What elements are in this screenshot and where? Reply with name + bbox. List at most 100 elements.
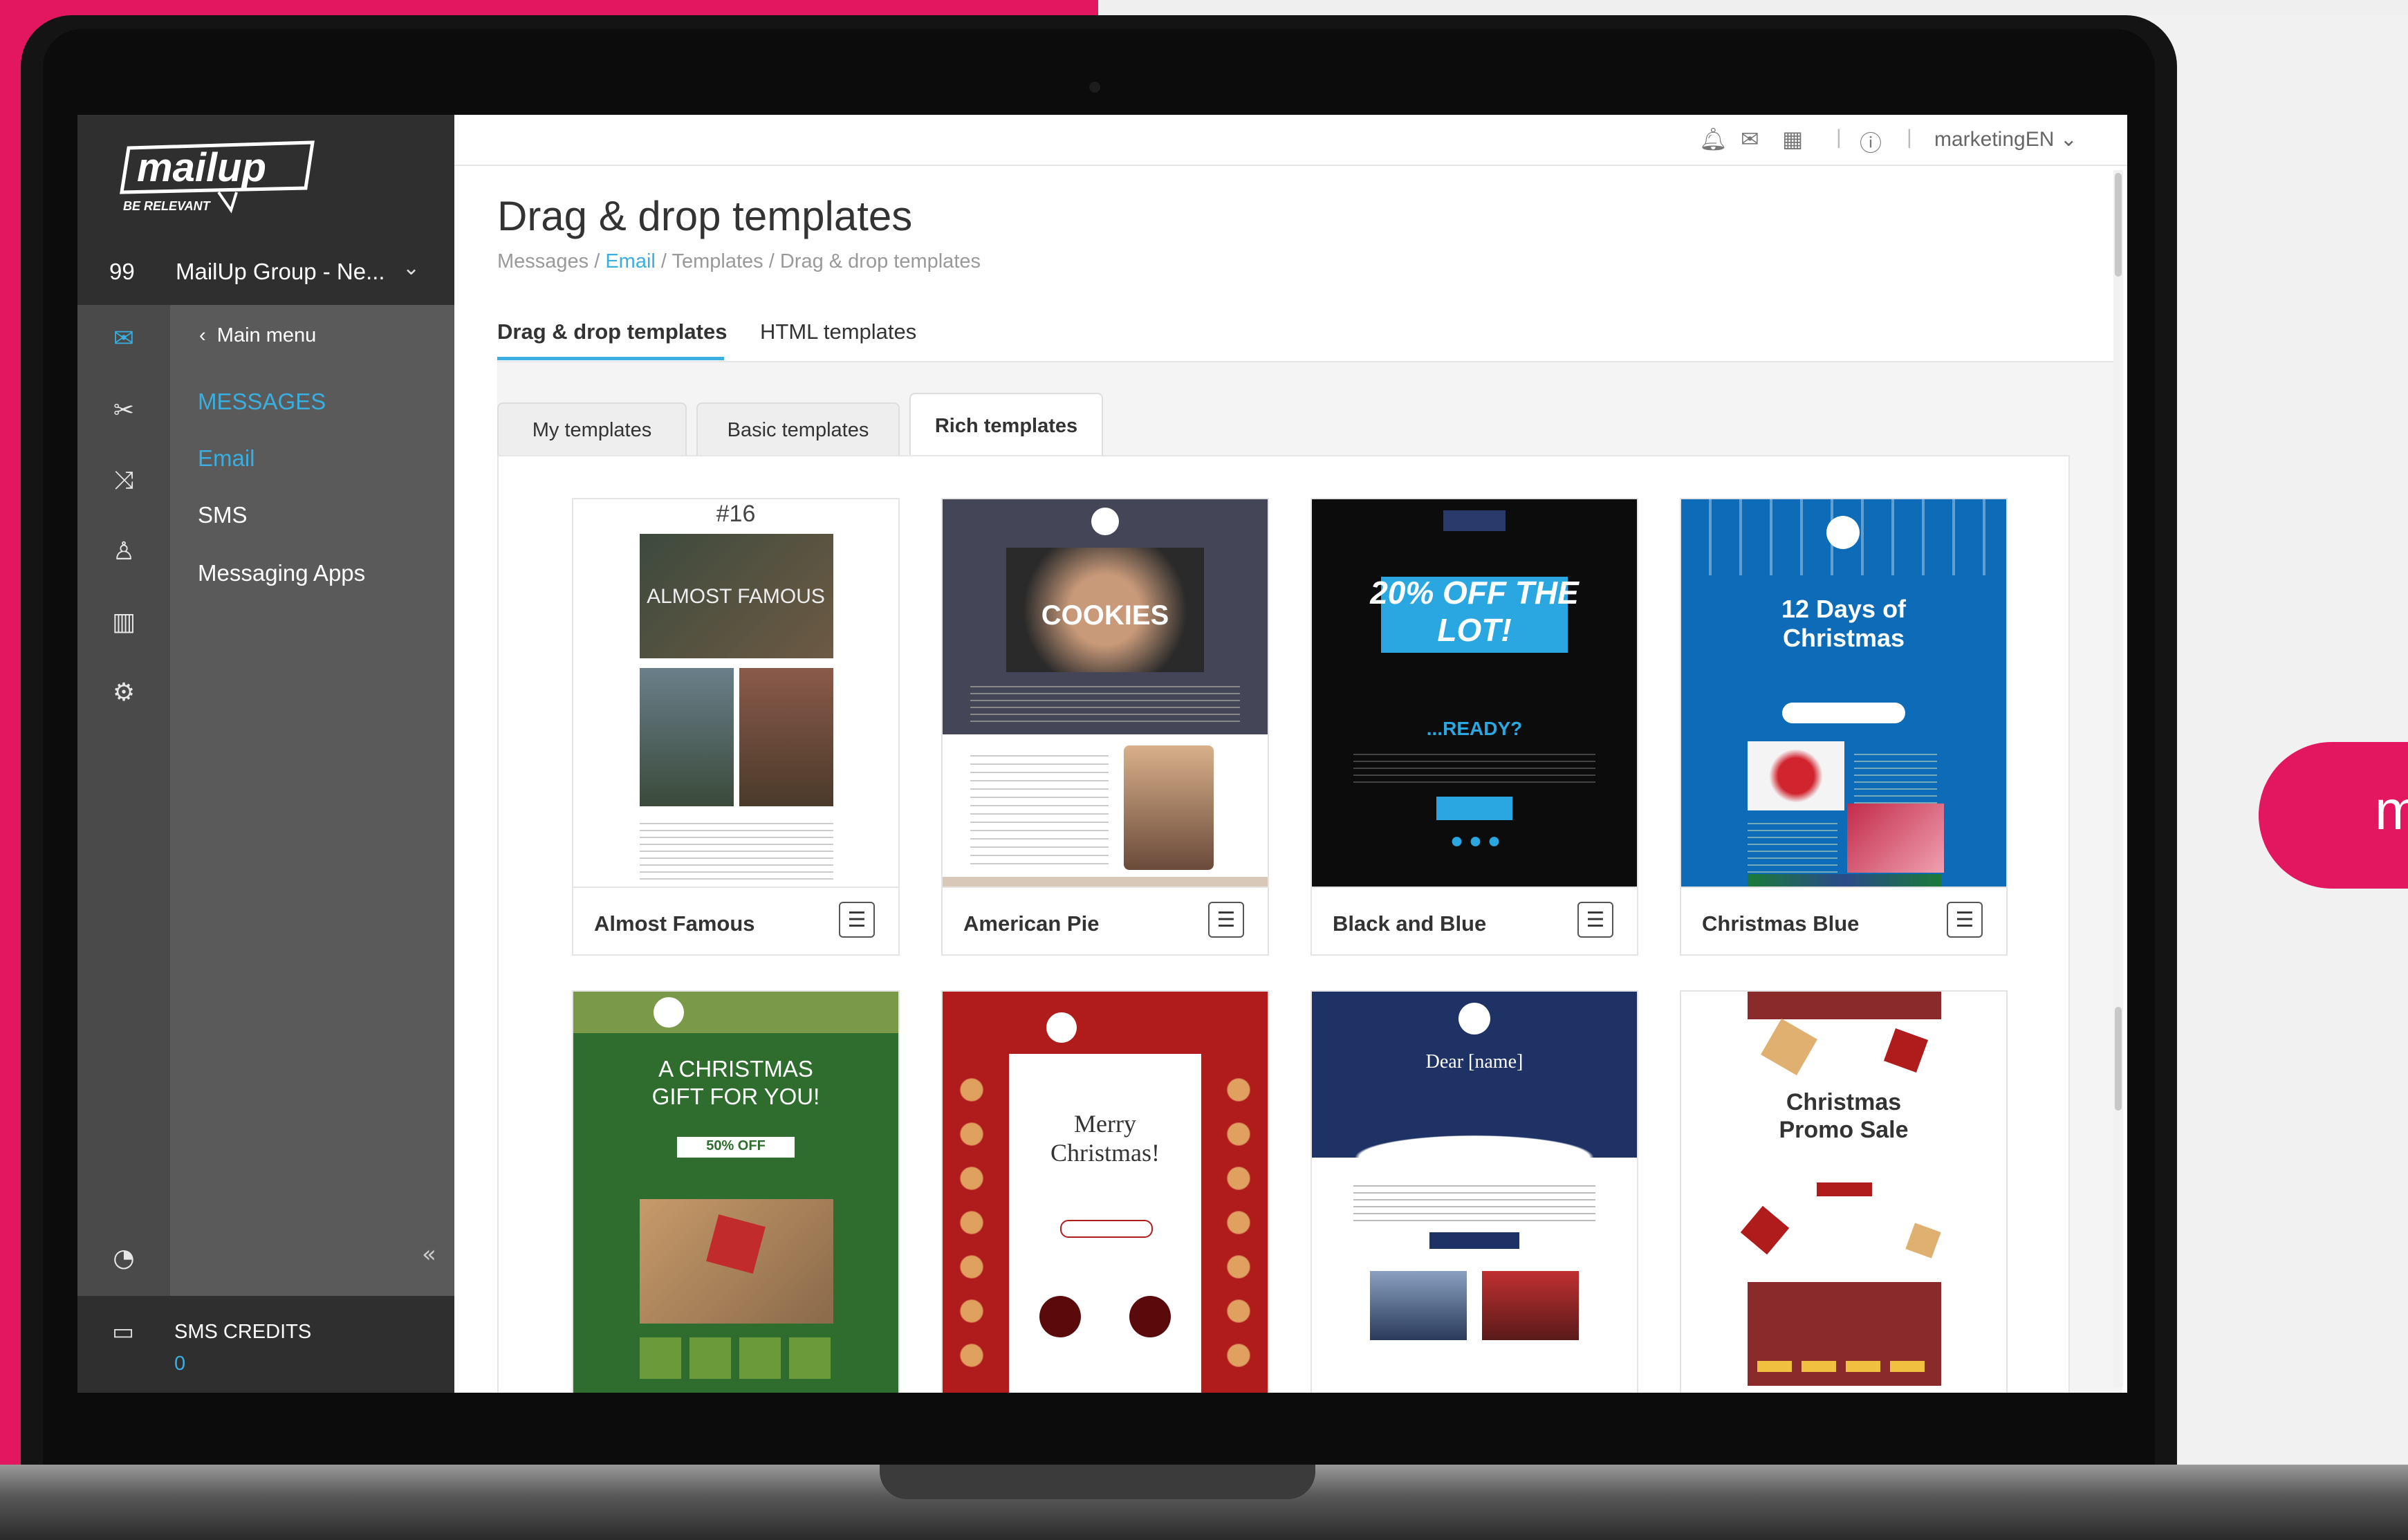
thumb-logo	[654, 997, 684, 1028]
card-footer: Christmas Blue ☰	[1681, 887, 2006, 956]
thumb-header-bg	[573, 992, 898, 1033]
active-tab-underline	[497, 357, 724, 360]
thumb-photo	[1482, 1271, 1579, 1340]
tab-drag-drop-templates[interactable]: Drag & drop templates	[497, 319, 727, 344]
mail-send-icon[interactable]: ✉	[1741, 126, 1759, 152]
scrollbar-thumb[interactable]	[2115, 173, 2122, 277]
thumb-button	[1429, 1232, 1519, 1249]
thumb-button	[1436, 797, 1512, 820]
thumb-product	[1129, 1296, 1171, 1337]
camera-icon	[1089, 82, 1100, 93]
pill-text: m	[2375, 779, 2408, 841]
logo-tagline: BE RELEVANT	[123, 199, 212, 213]
sidebar-item-messages[interactable]: MESSAGES	[198, 389, 326, 415]
thumb-logo	[1826, 516, 1860, 549]
person-icon[interactable]: ♙	[108, 535, 140, 567]
top-bar: 🔔︎ ✉ ▦ | ⓘ | marketingEN ⌄	[454, 115, 2127, 166]
template-card-christmas-blue[interactable]: 12 Days of Christmas Christmas Blue ☰	[1680, 498, 2008, 956]
main-menu-label: Main menu	[216, 324, 317, 346]
card-footer: Black and Blue ☰	[1312, 887, 1637, 956]
subtab-my-templates[interactable]: My templates	[497, 402, 687, 456]
template-card-american-pie[interactable]: COOKIES American Pie ☰	[941, 498, 1269, 956]
user-menu[interactable]: marketingEN ⌄	[1934, 127, 2077, 151]
sidebar-item-messaging-apps[interactable]: Messaging Apps	[198, 560, 365, 586]
thumb-text-lines	[1353, 748, 1595, 783]
tools-icon[interactable]: ✂	[108, 394, 140, 426]
thumb-logo	[1458, 1003, 1490, 1035]
template-card-merry-christmas[interactable]: Merry Christmas!	[941, 990, 1269, 1393]
logo-text: mailup	[137, 145, 266, 190]
calendar-icon[interactable]: ▦	[1782, 126, 1803, 152]
subtab-basic-templates[interactable]: Basic templates	[696, 402, 900, 456]
template-thumbnail[interactable]: A CHRISTMAS GIFT FOR YOU! 50% OFF	[573, 992, 898, 1393]
template-thumbnail[interactable]: 12 Days of Christmas	[1681, 499, 2006, 887]
thumb-headline: ALMOST FAMOUS	[647, 585, 825, 608]
thumb-button	[1060, 1220, 1153, 1238]
template-thumbnail[interactable]: COOKIES	[943, 499, 1268, 887]
gauge-icon[interactable]: ◔	[108, 1242, 140, 1274]
main-content: 🔔︎ ✉ ▦ | ⓘ | marketingEN ⌄ Drag & drop t…	[454, 115, 2127, 1393]
help-icon[interactable]: ⓘ	[1860, 126, 1882, 158]
thumb-logo	[1091, 508, 1119, 535]
template-thumbnail[interactable]: Christmas Promo Sale	[1681, 992, 2006, 1393]
thumb-icons-row	[640, 1337, 833, 1379]
template-thumbnail[interactable]: #16 ALMOST FAMOUS	[573, 499, 898, 887]
mail-icon[interactable]: ✉	[108, 322, 140, 354]
tab-html-templates[interactable]: HTML templates	[760, 319, 916, 344]
sms-credits-value: 0	[174, 1353, 186, 1375]
scrollbar[interactable]	[2113, 170, 2123, 1387]
card-footer: American Pie ☰	[943, 887, 1268, 956]
thumb-button	[1817, 1182, 1872, 1196]
sidebar-item-sms[interactable]: SMS	[198, 502, 248, 528]
bell-icon[interactable]: 🔔︎	[1699, 126, 1728, 152]
thumb-text-lines	[970, 748, 1109, 866]
template-card-black-and-blue[interactable]: 20% OFF THE LOT! ...READY? Black and Blu…	[1310, 498, 1638, 956]
template-card-dear-name[interactable]: Dear [name]	[1310, 990, 1638, 1393]
template-thumbnail[interactable]: Merry Christmas!	[943, 992, 1268, 1393]
menu-icon[interactable]: ☰	[1947, 902, 1983, 938]
gear-icon[interactable]: ⚙	[108, 676, 140, 708]
thumb-headline: 12 Days of Christmas	[1781, 595, 1907, 652]
breadcrumb: Messages / Email / Templates / Drag & dr…	[497, 250, 981, 273]
template-card-almost-famous[interactable]: #16 ALMOST FAMOUS Almost Famous ☰	[572, 498, 900, 956]
breadcrumb-templates[interactable]: Templates	[672, 250, 763, 272]
mailup-logo: mailup BE RELEVANT	[120, 140, 315, 214]
breadcrumb-email[interactable]: Email	[605, 250, 656, 272]
thumb-social-icons	[1447, 835, 1503, 848]
collapse-sidebar-button[interactable]: «	[422, 1241, 436, 1268]
scrollbar-thumb[interactable]	[2115, 1007, 2122, 1111]
thumb-button	[1782, 703, 1905, 723]
thumb-button-label: 50% OFF	[706, 1138, 766, 1153]
thumb-photo	[1847, 804, 1944, 873]
thumb-gift	[1761, 1019, 1817, 1075]
menu-icon[interactable]: ☰	[1577, 902, 1613, 938]
sidebar-item-email[interactable]: Email	[198, 445, 255, 472]
subtab-rich-templates[interactable]: Rich templates	[909, 393, 1103, 458]
thumb-snow	[1312, 1127, 1637, 1158]
menu-icon[interactable]: ☰	[1208, 902, 1244, 938]
thumb-logo	[1443, 510, 1506, 531]
template-thumbnail[interactable]: 20% OFF THE LOT! ...READY?	[1312, 499, 1637, 887]
divider: |	[1907, 126, 1912, 149]
shuffle-icon[interactable]: ⤨	[108, 465, 140, 497]
thumb-headline: Merry Christmas!	[1050, 1110, 1160, 1167]
thumb-subhead: ...READY?	[1426, 718, 1523, 739]
chart-icon[interactable]: ▥	[108, 606, 140, 638]
thumb-footer	[943, 877, 1268, 887]
breadcrumb-sep: /	[589, 250, 606, 272]
chevron-down-icon[interactable]: ⌄	[402, 256, 420, 280]
thumb-photo	[1748, 741, 1844, 810]
account-selector[interactable]: MailUp Group - Ne...	[176, 259, 385, 285]
thumb-headline: Christmas Promo Sale	[1779, 1089, 1909, 1143]
template-card-christmas-promo-sale[interactable]: Christmas Promo Sale	[1680, 990, 2008, 1393]
main-menu-link[interactable]: ‹ Main menu	[199, 324, 316, 347]
thumb-gift	[1905, 1223, 1941, 1259]
template-card-christmas-gift[interactable]: A CHRISTMAS GIFT FOR YOU! 50% OFF	[572, 990, 900, 1393]
thumb-headline: Dear [name]	[1425, 1051, 1523, 1073]
breadcrumb-messages[interactable]: Messages	[497, 250, 589, 272]
sms-credits-label: SMS CREDITS	[174, 1321, 312, 1343]
template-thumbnail[interactable]: Dear [name]	[1312, 992, 1637, 1393]
app-screen: mailup BE RELEVANT 99 MailUp Group - Ne.…	[77, 115, 2127, 1393]
menu-icon[interactable]: ☰	[839, 902, 875, 938]
template-name: Almost Famous	[594, 911, 755, 936]
